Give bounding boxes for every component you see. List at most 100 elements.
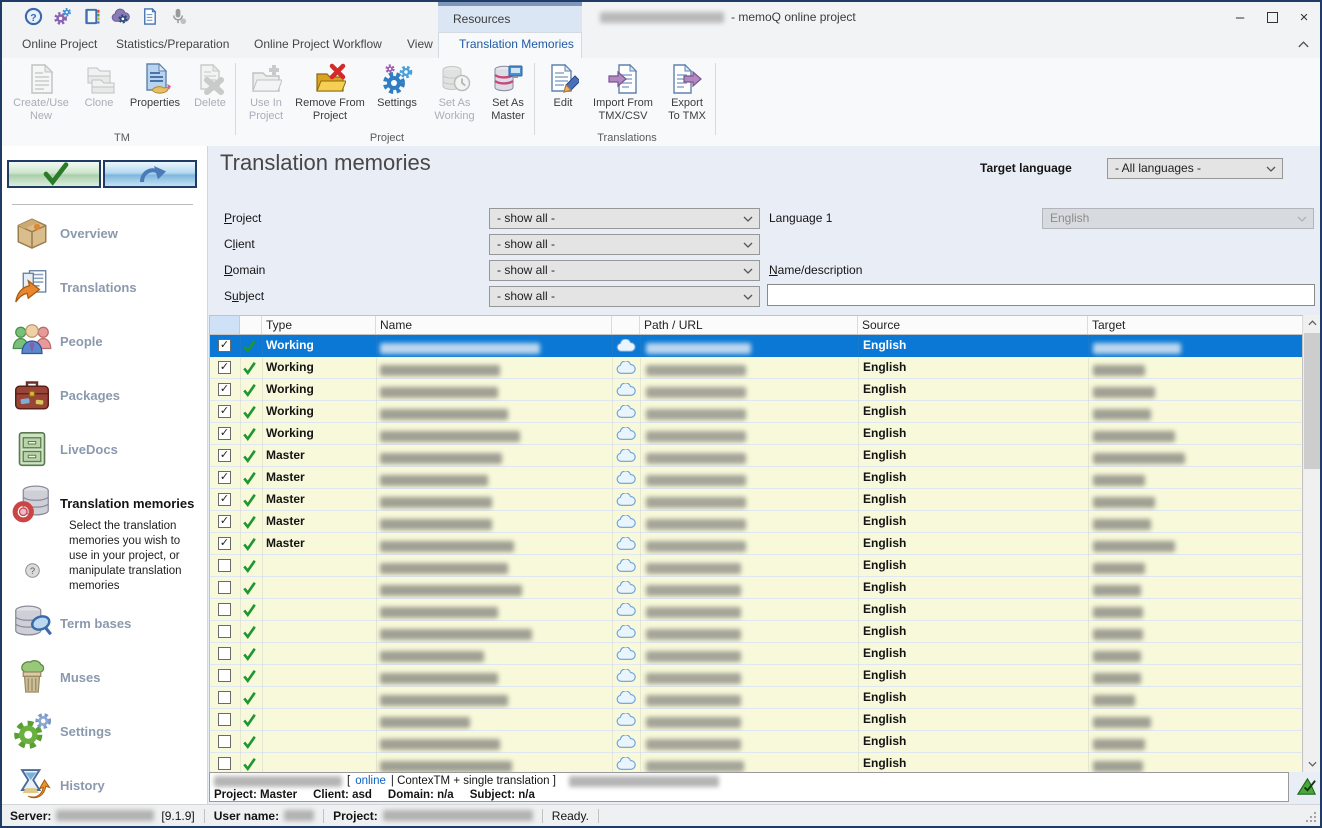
scroll-up-arrow[interactable] (1304, 315, 1320, 331)
help-question-icon[interactable]: ? (24, 562, 41, 579)
column-header-name[interactable]: Name (376, 316, 612, 334)
column-header-source[interactable]: Source (858, 316, 1088, 334)
tm-table-row[interactable]: ✓MasterEnglish (210, 533, 1302, 555)
tm-table-row[interactable]: English (210, 555, 1302, 577)
row-checkbox[interactable] (218, 581, 231, 594)
address-book-icon[interactable] (82, 7, 101, 26)
scrollbar-thumb[interactable] (1304, 333, 1320, 469)
row-checkbox[interactable]: ✓ (218, 471, 231, 484)
row-checkbox[interactable]: ✓ (218, 449, 231, 462)
tm-table-row[interactable]: English (210, 687, 1302, 709)
close-button[interactable]: × (1288, 2, 1320, 32)
row-checkbox[interactable]: ✓ (218, 537, 231, 550)
tm-table-row[interactable]: English (210, 665, 1302, 687)
column-header-col1[interactable] (240, 316, 262, 334)
ribbon-button-clone[interactable]: Clone (74, 62, 124, 138)
tm-table-row[interactable]: ✓MasterEnglish (210, 489, 1302, 511)
sidebar-item-livedocs[interactable]: LiveDocs (12, 427, 118, 471)
sidebar-item-muses[interactable]: Muses (12, 655, 100, 699)
scroll-down-arrow[interactable] (1304, 756, 1320, 772)
target-language-select[interactable]: - All languages - (1107, 158, 1283, 179)
tab-translation-memories[interactable]: Translation Memories (459, 32, 574, 58)
vertical-scrollbar[interactable] (1304, 315, 1320, 772)
row-checkbox[interactable]: ✓ (218, 493, 231, 506)
cloud-settings-icon[interactable] (111, 7, 130, 26)
resize-grip[interactable] (1305, 811, 1317, 823)
column-header-col4[interactable] (612, 316, 640, 334)
column-header-target[interactable]: Target (1088, 316, 1303, 334)
row-checkbox[interactable]: ✓ (218, 383, 231, 396)
row-checkbox[interactable] (218, 691, 231, 704)
project-filter-select[interactable]: - show all - (489, 208, 760, 229)
tm-table-row[interactable]: English (210, 731, 1302, 753)
sidebar-item-history[interactable]: History (12, 763, 105, 807)
sidebar-item-overview[interactable]: Overview (12, 211, 118, 255)
tm-table-row[interactable]: English (210, 709, 1302, 731)
sidebar-item-label: Settings (60, 724, 111, 739)
row-checkbox[interactable] (218, 647, 231, 660)
row-checkbox[interactable] (218, 735, 231, 748)
ribbon-button-edit[interactable]: Edit (540, 62, 586, 138)
row-checkbox[interactable] (218, 603, 231, 616)
ribbon-button-create-use-new[interactable]: Create/Use New (10, 62, 72, 138)
tm-target-redacted (1093, 560, 1145, 578)
sidebar-item-people[interactable]: People (12, 319, 103, 363)
minimize-button[interactable]: – (1224, 2, 1256, 32)
row-checkbox[interactable] (218, 757, 231, 770)
row-checkbox[interactable] (218, 669, 231, 682)
tm-table-row[interactable]: ✓WorkingEnglish (210, 335, 1302, 357)
column-header-type[interactable]: Type (262, 316, 376, 334)
sidebar-item-term-bases[interactable]: Term bases (12, 601, 131, 645)
sidebar-item-settings[interactable]: Settings (12, 709, 111, 753)
row-checkbox[interactable]: ✓ (218, 339, 231, 352)
name-description-input[interactable] (767, 284, 1315, 306)
tm-table-row[interactable]: English (210, 577, 1302, 599)
navigate-button[interactable] (103, 160, 197, 188)
tm-table-row[interactable]: ✓WorkingEnglish (210, 357, 1302, 379)
tm-table-row[interactable]: ✓MasterEnglish (210, 445, 1302, 467)
sidebar-item-translations[interactable]: Translations (12, 265, 137, 309)
row-checkbox[interactable] (218, 559, 231, 572)
document-icon[interactable] (140, 7, 159, 26)
client-filter-select[interactable]: - show all - (489, 234, 760, 255)
tm-table-row[interactable]: ✓WorkingEnglish (210, 401, 1302, 423)
row-checkbox[interactable]: ✓ (218, 361, 231, 374)
tm-table-row[interactable]: ✓MasterEnglish (210, 511, 1302, 533)
row-checkbox[interactable] (218, 625, 231, 638)
ribbon-button-properties[interactable]: Properties (126, 62, 184, 138)
row-checkbox[interactable]: ✓ (218, 405, 231, 418)
column-header-path-url[interactable]: Path / URL (640, 316, 858, 334)
tab-statistics-preparation[interactable]: Statistics/Preparation (116, 32, 229, 58)
row-checkbox[interactable] (218, 713, 231, 726)
tm-table-row[interactable]: ✓MasterEnglish (210, 467, 1302, 489)
tm-table-row[interactable]: ✓WorkingEnglish (210, 423, 1302, 445)
collapse-ribbon-icon[interactable] (1297, 40, 1310, 49)
help-icon[interactable]: ? (24, 7, 43, 26)
ribbon-button-import-from-tmx-csv[interactable]: Import From TMX/CSV (588, 62, 658, 138)
maximize-button[interactable] (1256, 2, 1288, 32)
tab-online-project[interactable]: Online Project (22, 32, 97, 58)
tab-online-project-workflow[interactable]: Online Project Workflow (254, 32, 382, 58)
column-header-col0[interactable] (210, 316, 240, 334)
ribbon-button-delete[interactable]: Delete (186, 62, 234, 138)
subject-filter-select[interactable]: - show all - (489, 286, 760, 307)
ribbon-button-remove-from-project[interactable]: Remove From Project (294, 62, 366, 138)
tm-table-row[interactable]: ✓WorkingEnglish (210, 379, 1302, 401)
automation-gears-icon[interactable] (53, 7, 72, 26)
row-checkbox[interactable]: ✓ (218, 427, 231, 440)
tm-table-row[interactable]: English (210, 753, 1302, 772)
ribbon-button-export-to-tmx[interactable]: Export To TMX (660, 62, 714, 138)
sidebar-item-packages[interactable]: Packages (12, 373, 120, 417)
tm-table-row[interactable]: English (210, 621, 1302, 643)
tab-view[interactable]: View (407, 32, 433, 58)
ribbon-button-settings[interactable]: Settings (368, 62, 426, 138)
ribbon-button-set-as-working[interactable]: Set As Working (428, 62, 481, 138)
ribbon-button-set-as-master[interactable]: Set As Master (483, 62, 533, 138)
confirm-button[interactable] (7, 160, 101, 188)
ribbon-button-use-in-project[interactable]: Use In Project (240, 62, 292, 138)
tm-table-row[interactable]: English (210, 599, 1302, 621)
tm-table-row[interactable]: English (210, 643, 1302, 665)
memoq-filter-flag-icon[interactable] (1295, 775, 1318, 798)
domain-filter-select[interactable]: - show all - (489, 260, 760, 281)
row-checkbox[interactable]: ✓ (218, 515, 231, 528)
